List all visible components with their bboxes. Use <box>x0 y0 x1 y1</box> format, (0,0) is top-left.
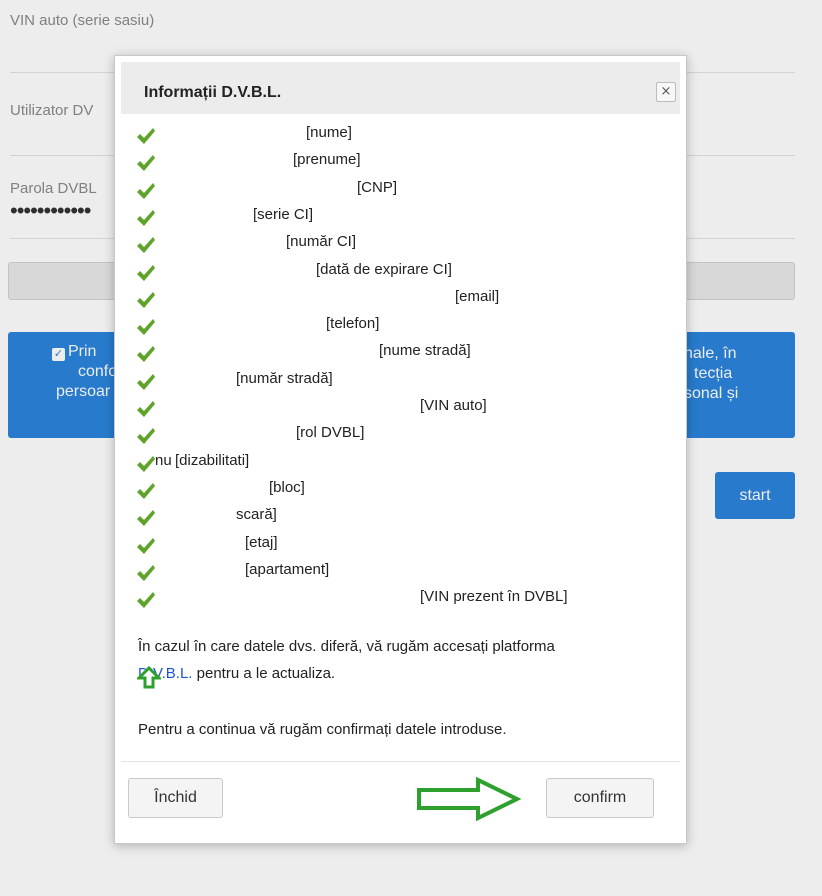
field-value: [număr stradă] <box>236 369 333 387</box>
close-button[interactable]: Închid <box>128 778 223 818</box>
field-row: [CNP] <box>115 178 675 204</box>
footer-divider <box>121 761 680 762</box>
field-value: [nume] <box>306 124 352 141</box>
field-value: [email] <box>455 287 500 305</box>
field-row: [VIN auto] <box>115 396 675 422</box>
field-value: [etaj] <box>245 533 278 551</box>
field-value: [număr CI] <box>286 233 357 251</box>
checkmark-icon <box>137 482 155 499</box>
close-icon: × <box>660 84 672 99</box>
field-row: [prenume] <box>115 150 675 176</box>
checkmark-icon <box>137 510 155 527</box>
field-row: nu [dizabilitati] <box>115 451 675 477</box>
field-prefix: nu <box>155 451 172 469</box>
checkmark-icon <box>137 401 155 417</box>
field-row: scară] <box>115 505 675 531</box>
field-value: [rol DVBL] <box>296 424 365 442</box>
field-row: [serie CI] <box>115 205 675 231</box>
field-row: [apartament] <box>115 560 675 586</box>
checkmark-icon <box>137 128 155 144</box>
checkmark-icon <box>137 319 155 336</box>
checkmark-icon <box>137 209 155 226</box>
up-arrow-icon <box>137 666 161 689</box>
field-value: [apartament] <box>245 560 330 578</box>
dvbl-info-modal: Informații D.V.B.L. × [nume] [prenume] [CN… <box>114 55 687 844</box>
field-row: [etaj] <box>115 533 675 559</box>
info-text-line3: Pentru a continua vă rugăm confirmați da… <box>138 721 507 738</box>
close-x-button[interactable]: × <box>656 82 676 102</box>
field-value: [dizabilitati] <box>175 451 250 469</box>
checkmark-icon <box>137 455 155 472</box>
confirm-button[interactable]: confirm <box>546 778 654 818</box>
checkmark-icon <box>137 346 155 363</box>
field-value: [dată de expirare CI] <box>316 260 452 278</box>
checkmark-icon <box>137 264 155 281</box>
field-row: [bloc] <box>115 478 675 504</box>
field-row: [dată de expirare CI] <box>115 260 675 286</box>
field-value: [bloc] <box>269 478 305 496</box>
field-value: [nume stradă] <box>379 342 471 360</box>
field-row: [număr CI] <box>115 232 675 258</box>
checkmark-icon <box>137 291 155 308</box>
field-row: [rol DVBL] <box>115 423 675 449</box>
checkmark-icon <box>137 537 155 554</box>
field-row: [VIN prezent în DVBL] <box>115 587 675 613</box>
field-value: [prenume] <box>293 151 361 169</box>
checkmark-icon <box>137 564 155 581</box>
field-row: [nume] <box>115 123 675 149</box>
modal-header: Informații D.V.B.L. × <box>121 62 680 114</box>
right-arrow-icon <box>417 776 521 822</box>
field-row: [telefon] <box>115 314 675 340</box>
checkmark-icon <box>137 428 155 445</box>
field-value: [CNP] <box>357 178 398 196</box>
field-value: [serie CI] <box>253 205 314 223</box>
checkmark-icon <box>137 592 155 609</box>
info-text-line2: D.V.B.L. pentru a le actualiza. <box>138 665 336 682</box>
modal-title: Informații D.V.B.L. <box>144 84 282 101</box>
checkmark-icon <box>137 373 155 390</box>
field-value: [telefon] <box>326 315 380 333</box>
field-row: [email] <box>115 287 675 313</box>
checkmark-icon <box>137 182 155 199</box>
checkmark-icon <box>137 155 155 172</box>
info-text-line1: În cazul în care datele dvs. diferă, vă … <box>138 638 555 655</box>
field-value: [VIN auto] <box>420 397 487 414</box>
field-value: scară] <box>236 506 277 524</box>
field-row: [nume stradă] <box>115 341 675 367</box>
field-value: [VIN prezent în DVBL] <box>420 588 568 606</box>
field-row: [număr stradă] <box>115 369 675 395</box>
checkmark-icon <box>137 237 155 254</box>
